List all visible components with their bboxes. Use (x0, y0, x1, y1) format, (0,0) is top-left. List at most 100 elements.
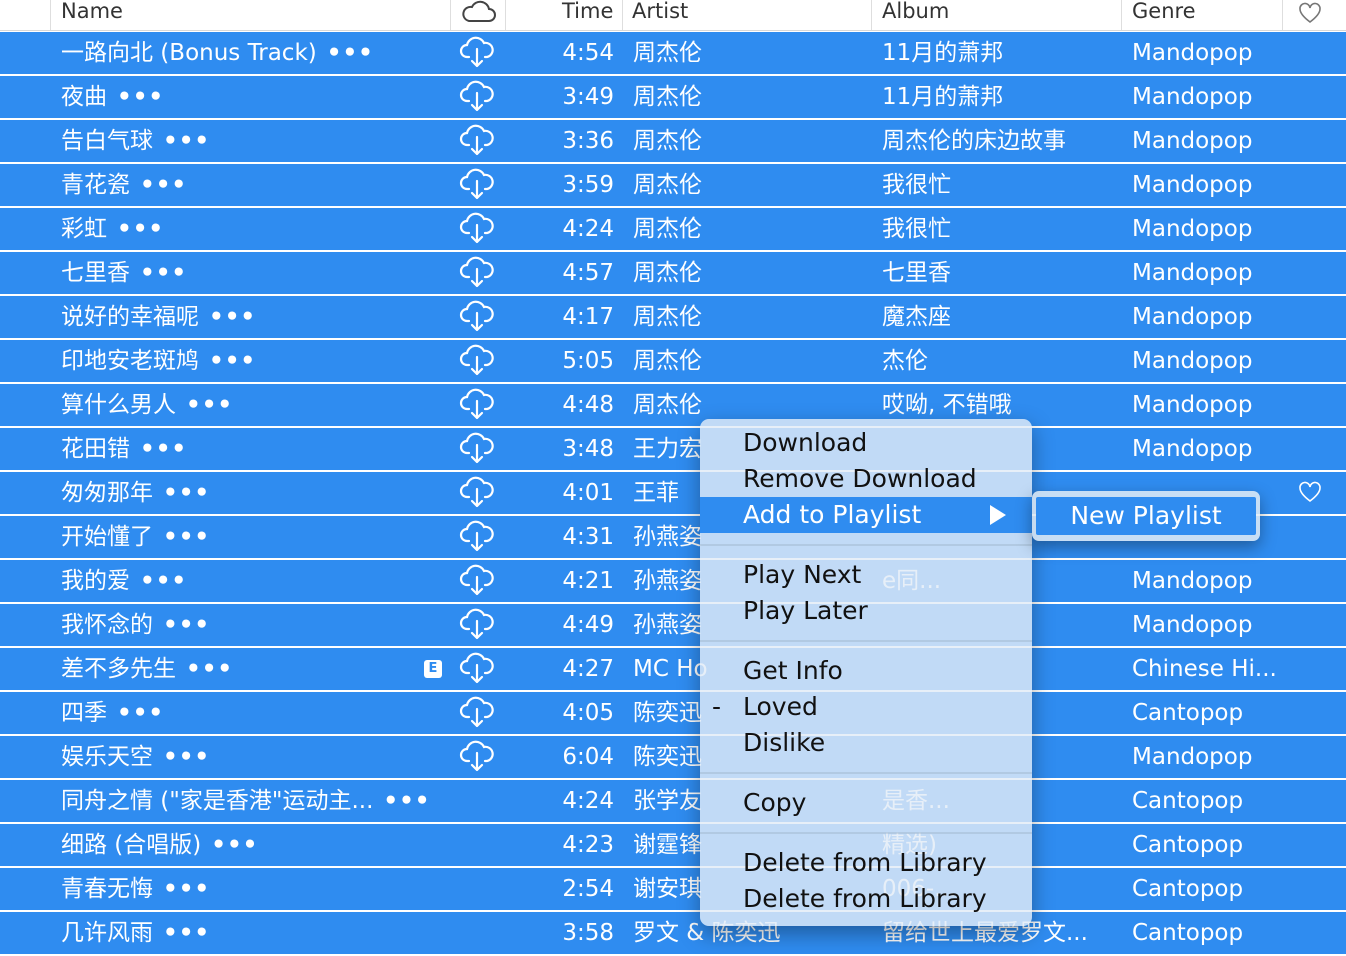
song-album: 我很忙 (882, 216, 951, 242)
more-options-button[interactable]: ••• (186, 656, 233, 682)
more-options-button[interactable]: ••• (140, 172, 187, 198)
song-time: 4:05 (562, 700, 614, 726)
heart-outline-icon[interactable] (1298, 2, 1322, 28)
table-row[interactable]: 花田错 ••• 3:48 王力宏 Mandopop (0, 428, 1346, 470)
song-title: 青春无悔 (61, 876, 153, 902)
table-row[interactable]: 青春无悔•••2:54谢安琪006-...Cantopop (0, 868, 1346, 910)
table-row[interactable]: 我的爱•••4:21孙燕姿e同...Mandopop (0, 560, 1346, 602)
more-options-button[interactable]: ••• (383, 788, 430, 814)
table-row[interactable]: 细路 (合唱版)•••4:23谢霆锋精选)Cantopop (0, 824, 1346, 866)
song-genre: Cantopop (1132, 832, 1244, 858)
cloud-download-icon[interactable] (459, 607, 495, 641)
menu-item-download[interactable]: Download (700, 425, 1032, 461)
song-time: 3:48 (562, 436, 614, 462)
table-row[interactable]: 同舟之情 ("家是香港"运动主...•••4:24张学友是香...Cantopo… (0, 780, 1346, 822)
more-options-button[interactable]: ••• (327, 40, 374, 66)
song-genre: Cantopop (1132, 876, 1244, 902)
cloud-download-icon[interactable] (459, 431, 495, 465)
table-row[interactable]: 印地安老斑鸠 ••• 5:05 周杰伦 杰伦 Mandopop (0, 340, 1346, 382)
column-divider (871, 0, 872, 30)
table-row[interactable]: 说好的幸福呢 ••• 4:17 周杰伦 魔杰座 Mandopop (0, 296, 1346, 338)
more-options-button[interactable]: ••• (117, 216, 164, 242)
song-name: 告白气球 ••• (61, 128, 441, 154)
table-row[interactable]: 几许风雨 ••• 3:58 罗文 & 陈奕迅 留给世上最爱罗文... Cantopop (0, 912, 1346, 954)
cloud-download-icon[interactable] (459, 299, 495, 333)
more-options-button[interactable]: ••• (117, 700, 164, 726)
cloud-download-icon[interactable] (459, 563, 495, 597)
cloud-download-icon[interactable] (459, 387, 495, 421)
menu-item-delete-from-library[interactable]: Delete from Library (700, 845, 1032, 881)
column-divider (450, 0, 451, 30)
table-row[interactable]: 夜曲 ••• 3:49 周杰伦 11月的萧邦 Mandopop (0, 76, 1346, 118)
more-options-button[interactable]: ••• (163, 744, 210, 770)
menu-item-remove-download[interactable]: Remove Download (700, 461, 1032, 497)
table-row[interactable]: 青花瓷 ••• 3:59 周杰伦 我很忙 Mandopop (0, 164, 1346, 206)
song-name: 青花瓷 ••• (61, 172, 441, 198)
song-genre: Cantopop (1132, 788, 1244, 814)
cloud-download-icon[interactable] (459, 79, 495, 113)
more-options-button[interactable]: ••• (163, 920, 210, 946)
more-options-button[interactable]: ••• (117, 84, 164, 110)
menu-item-play-next[interactable]: Play Next (700, 557, 1032, 593)
more-options-button[interactable]: ••• (163, 128, 210, 154)
more-options-button[interactable]: ••• (209, 348, 256, 374)
menu-item-play-later[interactable]: Play Later (700, 593, 1032, 629)
cloud-download-icon[interactable] (459, 519, 495, 553)
column-name-header[interactable]: Name (61, 0, 123, 30)
more-options-button[interactable]: ••• (186, 392, 233, 418)
song-time: 4:17 (562, 304, 614, 330)
song-name: 我怀念的 ••• (61, 612, 441, 638)
menu-item-add-to-playlist[interactable]: Add to Playlist (700, 497, 1032, 533)
table-row[interactable]: 我怀念的 ••• 4:49 孙燕姿 Mandopop (0, 604, 1346, 646)
song-genre: Mandopop (1132, 392, 1253, 418)
more-options-button[interactable]: ••• (140, 260, 187, 286)
song-time: 4:01 (562, 480, 614, 506)
menu-item-dislike[interactable]: Dislike (700, 725, 1032, 761)
more-options-button[interactable]: ••• (209, 304, 256, 330)
menu-item-get-info[interactable]: Get Info (700, 653, 1032, 689)
column-album-header[interactable]: Album (882, 0, 949, 30)
menu-item-new-playlist[interactable]: New Playlist (1036, 497, 1256, 535)
menu-item-loved[interactable]: - Loved (700, 689, 1032, 725)
table-row[interactable]: 差不多先生 ••• E 4:27 MC Ho Chinese Hi... (0, 648, 1346, 690)
song-genre: Mandopop (1132, 40, 1253, 66)
cloud-download-icon[interactable] (459, 695, 495, 729)
more-options-button[interactable]: ••• (140, 568, 187, 594)
cloud-download-icon[interactable] (459, 167, 495, 201)
more-options-button[interactable]: ••• (140, 436, 187, 462)
more-options-button[interactable]: ••• (211, 832, 258, 858)
cloud-download-icon[interactable] (459, 739, 495, 773)
more-options-button[interactable]: ••• (163, 524, 210, 550)
more-options-button[interactable]: ••• (163, 876, 210, 902)
song-artist: 周杰伦 (633, 392, 702, 418)
menu-item-copy[interactable]: Copy (700, 785, 1032, 821)
column-time-header[interactable]: Time (562, 0, 613, 30)
table-row[interactable]: 七里香 ••• 4:57 周杰伦 七里香 Mandopop (0, 252, 1346, 294)
table-row[interactable]: 一路向北 (Bonus Track) ••• 4:54 周杰伦 11月的萧邦 Mandop… (0, 32, 1346, 74)
heart-outline-icon[interactable] (1298, 481, 1322, 503)
column-genre-header[interactable]: Genre (1132, 0, 1196, 30)
table-row[interactable]: 告白气球 ••• 3:36 周杰伦 周杰伦的床边故事 Mandopop (0, 120, 1346, 162)
more-options-button[interactable]: ••• (163, 480, 210, 506)
table-row[interactable]: 彩虹 ••• 4:24 周杰伦 我很忙 Mandopop (0, 208, 1346, 250)
song-album: 七里香 (882, 260, 951, 286)
cloud-icon[interactable] (460, 0, 498, 28)
table-row[interactable]: 四季 ••• 4:05 陈奕迅 Cantopop (0, 692, 1346, 734)
menu-item-label: Play Next (743, 560, 862, 589)
cloud-download-icon[interactable] (459, 255, 495, 289)
menu-item-delete-from-library-2[interactable]: Delete from Library (700, 881, 1032, 917)
cloud-download-icon[interactable] (459, 211, 495, 245)
song-time: 4:23 (562, 832, 614, 858)
cloud-download-icon[interactable] (459, 475, 495, 509)
song-time: 4:21 (562, 568, 614, 594)
table-row[interactable]: 娱乐天空 ••• 6:04 陈奕迅 Mandopop (0, 736, 1346, 778)
column-artist-header[interactable]: Artist (632, 0, 688, 30)
cloud-download-icon[interactable] (459, 123, 495, 157)
song-title: 差不多先生 (61, 656, 176, 682)
song-name: 青春无悔 ••• (61, 876, 441, 902)
cloud-download-icon[interactable] (459, 35, 495, 69)
table-row[interactable]: 算什么男人 ••• 4:48 周杰伦 哎呦, 不错哦 Mandopop (0, 384, 1346, 426)
cloud-download-icon[interactable] (459, 343, 495, 377)
cloud-download-icon[interactable] (459, 651, 495, 685)
more-options-button[interactable]: ••• (163, 612, 210, 638)
